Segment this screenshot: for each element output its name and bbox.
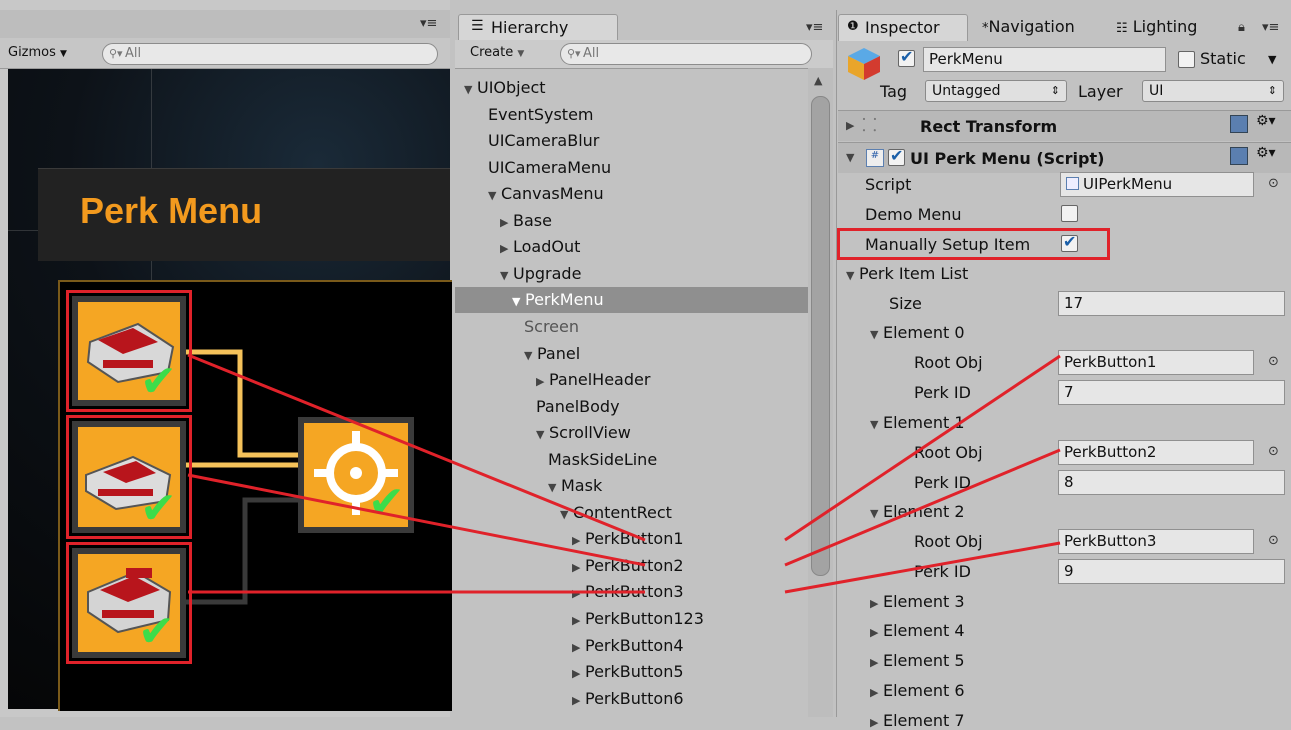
annotation-line — [784, 541, 1061, 594]
annotation-line — [784, 354, 1061, 542]
expand-arrow-icon: ▶ — [870, 715, 879, 729]
annotation-lines — [187, 353, 1061, 594]
annotation-line — [187, 473, 646, 567]
annotation-line — [187, 353, 646, 542]
annotation-line — [784, 448, 1061, 567]
